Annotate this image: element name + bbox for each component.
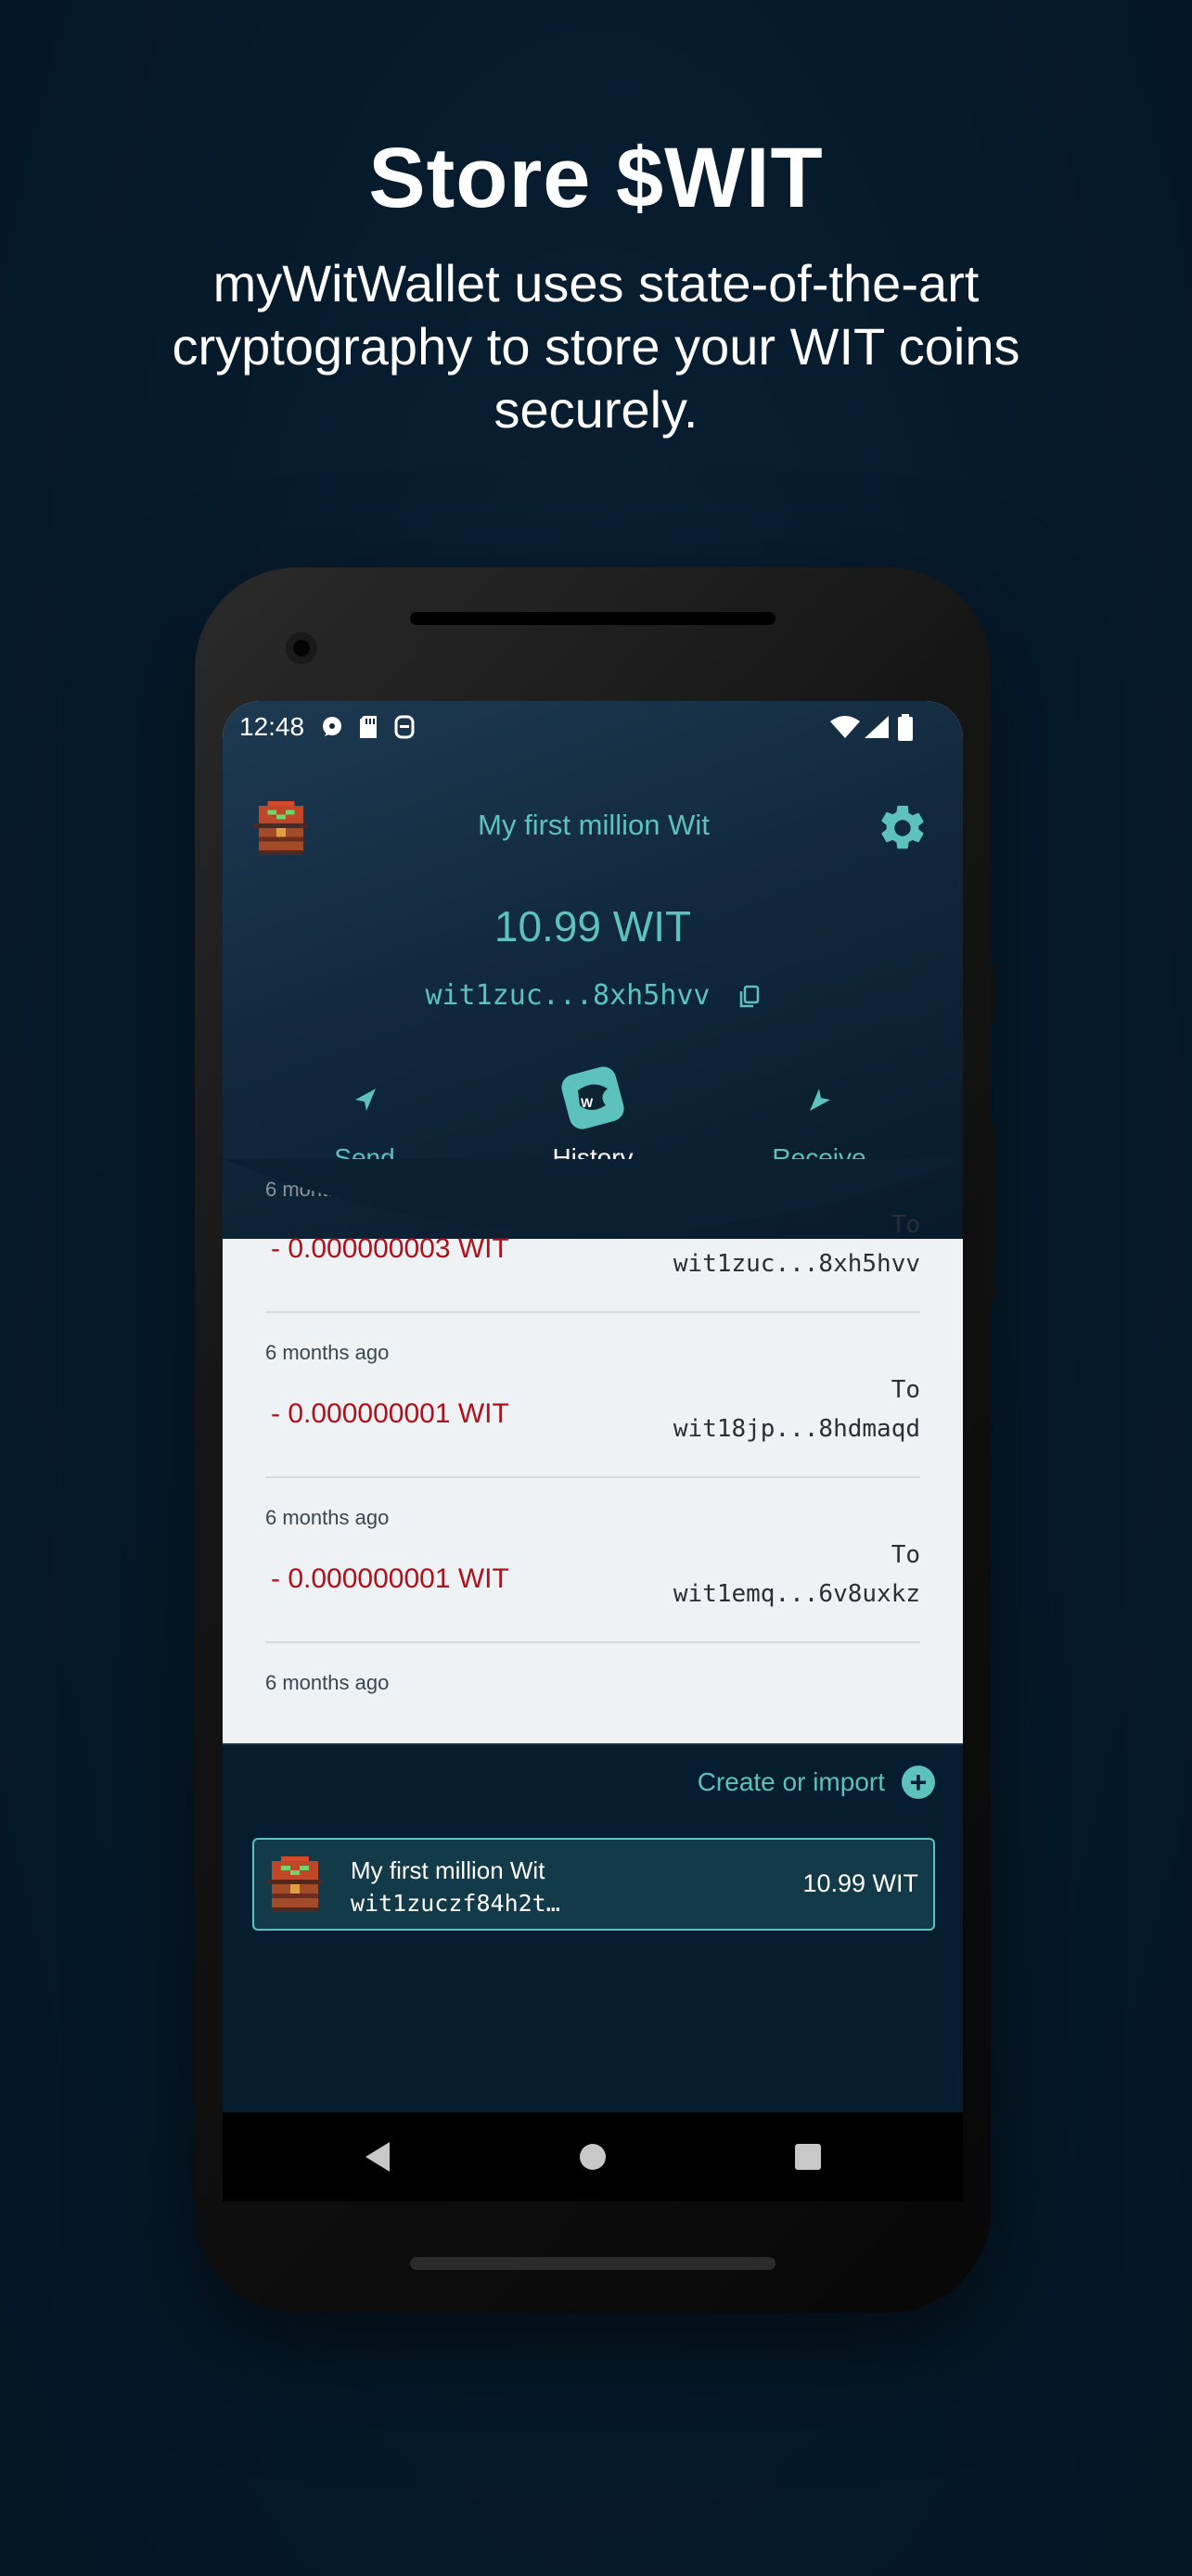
- android-nav-bar: [223, 2112, 963, 2201]
- wallet-avatar-icon[interactable]: [254, 801, 308, 855]
- cellular-signal-icon: [865, 716, 889, 738]
- wallet-drawer: Create or import + My first million Wit …: [223, 1743, 963, 2112]
- status-time: 12:48: [239, 712, 305, 741]
- settings-gear-icon[interactable]: [876, 801, 929, 855]
- tx-recipient: To wit1emq...6v8uxkz: [673, 1536, 920, 1613]
- tx-divider: [265, 1476, 920, 1478]
- plus-icon: +: [902, 1766, 935, 1799]
- phone-frame: 12:48 My first million Wit 10.99 WIT wit…: [195, 567, 996, 2313]
- tx-to-address: wit18jp...8hdmaqd: [673, 1415, 920, 1443]
- send-button[interactable]: Send: [295, 1072, 434, 1173]
- receive-icon: [810, 1089, 830, 1111]
- send-icon: [355, 1089, 376, 1111]
- power-button: [989, 1124, 996, 1300]
- sim-notification-icon: [394, 715, 415, 739]
- wallet-avatar-icon: [267, 1856, 323, 1912]
- tx-divider: [265, 1311, 920, 1313]
- wallet-address-row: wit1zuc...8xh5hvv: [223, 979, 963, 1012]
- tx-to-address: wit1emq...6v8uxkz: [673, 1580, 920, 1608]
- wallet-balance: 10.99 WIT: [493, 902, 692, 950]
- earpiece-speaker: [410, 612, 775, 625]
- chat-notification-icon: [323, 717, 341, 736]
- create-or-import-button[interactable]: Create or import +: [698, 1766, 935, 1799]
- tx-to-label: To: [891, 1541, 920, 1569]
- tx-date: 6 months ago: [265, 1341, 390, 1364]
- status-bar: 12:48: [223, 701, 963, 757]
- tx-amount: - 0.000000001 WIT: [271, 1563, 509, 1594]
- svg-text:W: W: [581, 1095, 594, 1110]
- card-wallet-balance: 10.99 WIT: [802, 1869, 918, 1897]
- home-icon[interactable]: [577, 2140, 609, 2174]
- tx-amount: - 0.000000001 WIT: [271, 1398, 509, 1429]
- card-wallet-name: My first million Wit: [351, 1856, 545, 1884]
- wallet-card[interactable]: My first million Wit wit1zuczf84h2t… 10.…: [252, 1838, 935, 1931]
- card-wallet-address: wit1zuczf84h2t…: [351, 1890, 560, 1917]
- header-curve: [223, 1159, 963, 1233]
- wallet-address: wit1zuc...8xh5hvv: [425, 979, 711, 1012]
- sd-card-icon: [360, 716, 377, 738]
- volume-button: [989, 966, 996, 1022]
- tx-to-label: To: [891, 1376, 920, 1404]
- tx-recipient: To wit18jp...8hdmaqd: [673, 1371, 920, 1448]
- receive-button[interactable]: Receive: [750, 1072, 889, 1173]
- create-or-import-label: Create or import: [697, 1767, 885, 1796]
- promo-title: Store $WIT: [368, 131, 824, 225]
- promo-subtitle: myWitWallet uses state-of-the-art crypto…: [172, 254, 1020, 439]
- front-camera: [286, 632, 317, 664]
- recents-icon[interactable]: [792, 2140, 824, 2174]
- copy-icon[interactable]: [738, 985, 761, 1009]
- tx-date: 6 months ago: [265, 1671, 390, 1694]
- history-icon: W: [561, 1066, 624, 1129]
- bottom-speaker: [410, 2257, 775, 2270]
- wallet-name: My first million Wit: [478, 809, 710, 841]
- tx-date: 6 months ago: [265, 1506, 390, 1529]
- back-icon[interactable]: [362, 2140, 393, 2174]
- wifi-icon: [830, 716, 860, 738]
- tx-divider: [265, 1641, 920, 1643]
- app-screen: 12:48 My first million Wit 10.99 WIT wit…: [223, 701, 963, 2112]
- battery-icon: [898, 714, 913, 741]
- history-button[interactable]: W History: [523, 1066, 662, 1173]
